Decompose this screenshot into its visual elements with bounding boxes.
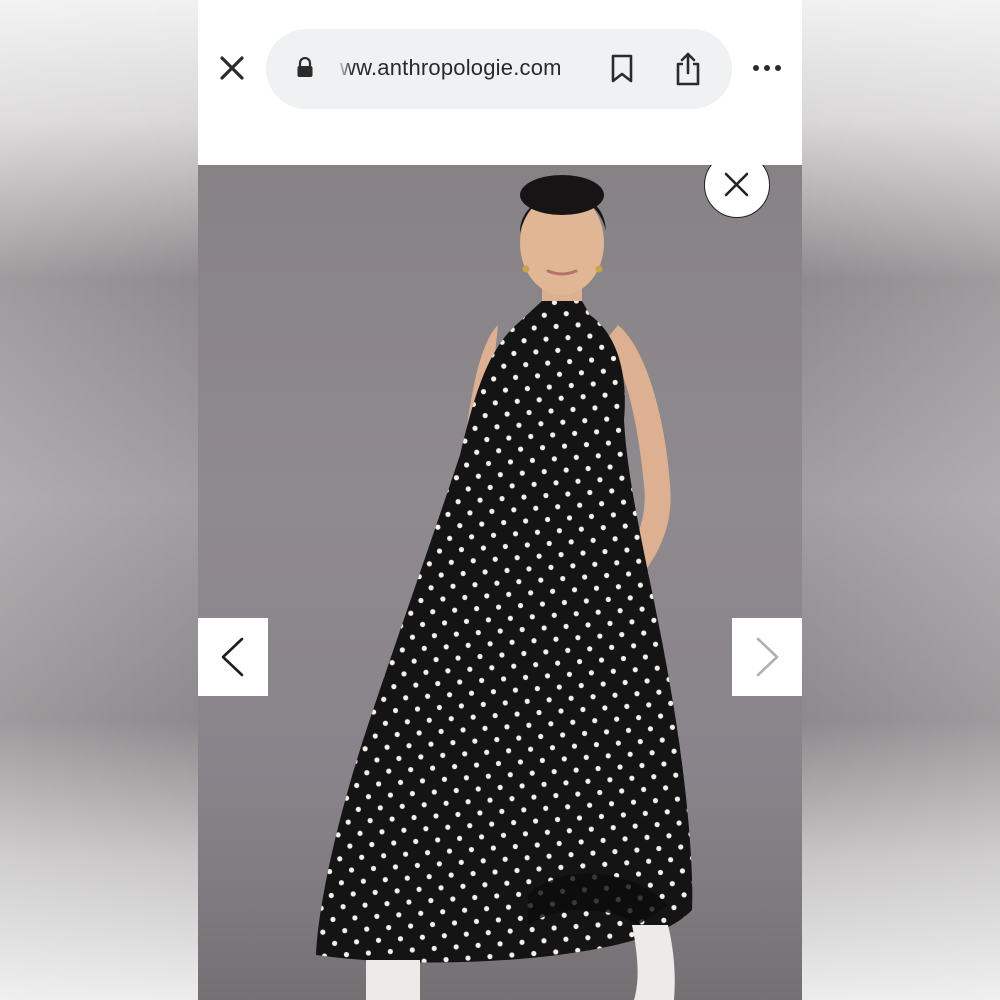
- chevron-right-icon: [756, 637, 779, 677]
- close-icon[interactable]: [216, 52, 248, 84]
- chevron-left-icon: [221, 637, 244, 677]
- background-blur-right: [802, 0, 1000, 1000]
- url-fade: [336, 49, 352, 89]
- phone-screen: ww.anthropologie.com: [198, 0, 802, 1000]
- model-in-black-polka-dot-dress: [198, 175, 802, 1000]
- bookmark-icon[interactable]: [610, 54, 634, 84]
- next-image-button[interactable]: [732, 618, 802, 696]
- share-icon[interactable]: [674, 51, 702, 87]
- product-image: [198, 165, 802, 1000]
- url-text: ww.anthropologie.com: [340, 55, 562, 80]
- more-options-icon[interactable]: [752, 56, 782, 80]
- background-blur-left: [0, 0, 198, 1000]
- close-modal-icon[interactable]: [704, 165, 770, 218]
- previous-image-button[interactable]: [198, 618, 268, 696]
- lock-icon: [296, 57, 314, 79]
- browser-toolbar: ww.anthropologie.com: [198, 0, 802, 165]
- address-bar[interactable]: ww.anthropologie.com: [266, 29, 732, 109]
